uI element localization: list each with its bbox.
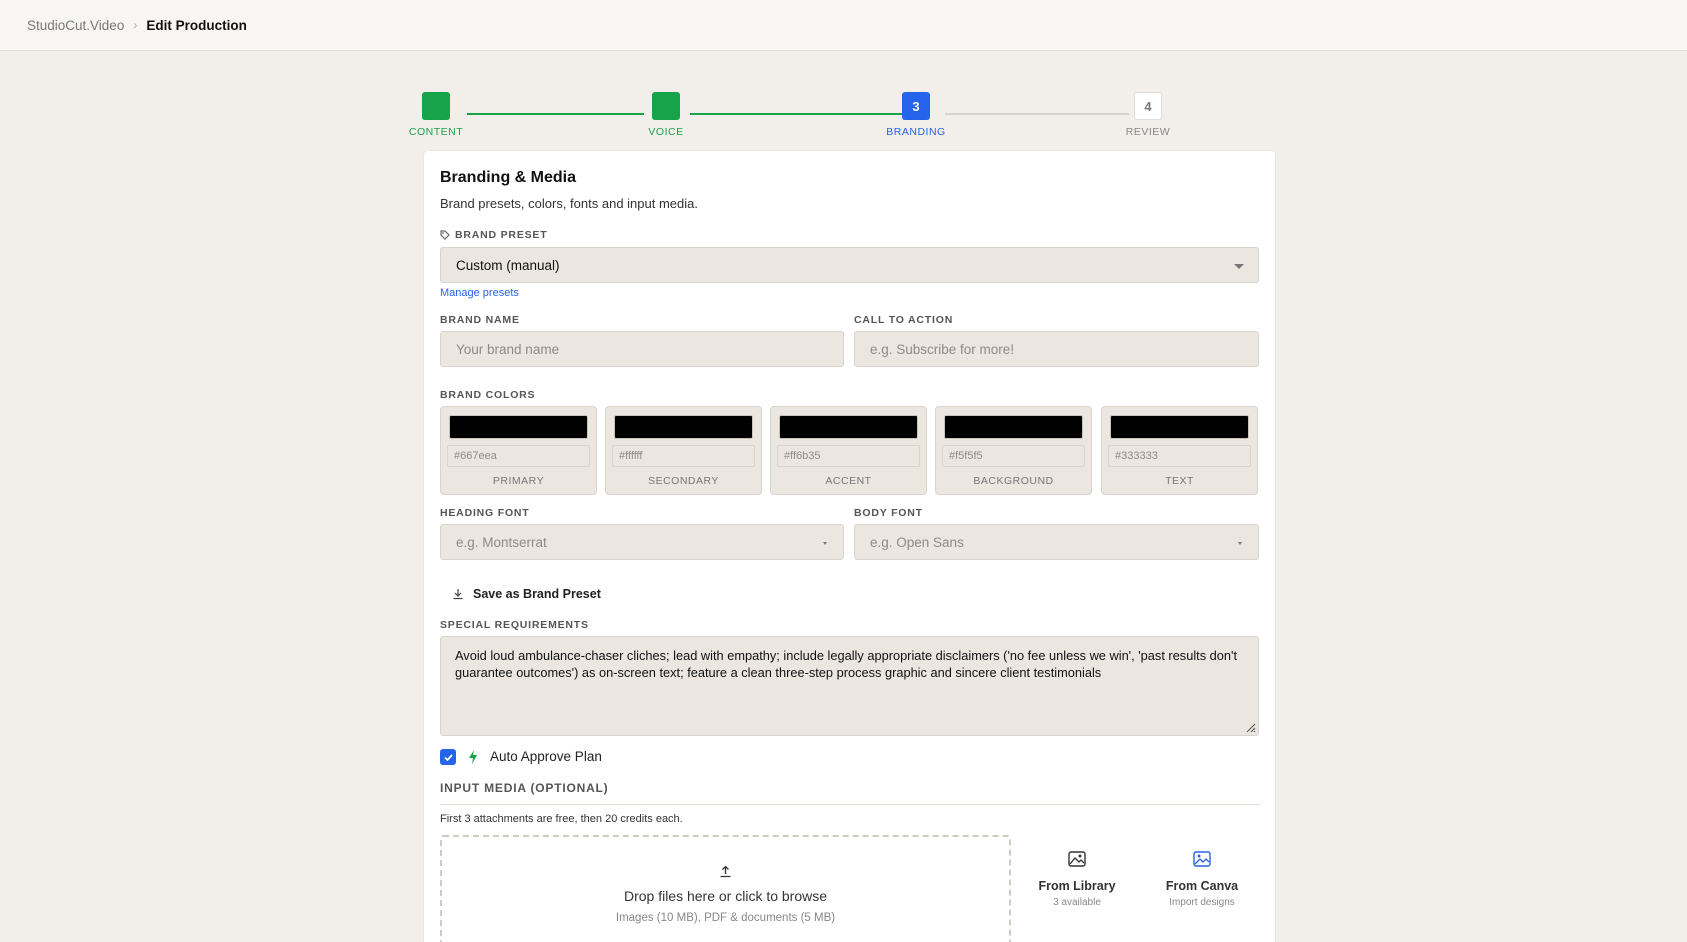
- primary-color-picker[interactable]: [449, 415, 588, 439]
- color-card-accent: #ff6b35 ACCENT: [770, 406, 927, 495]
- from-canva-button[interactable]: From Canva Import designs: [1147, 851, 1257, 908]
- step-review-label: REVIEW: [1125, 126, 1171, 138]
- primary-hex-input[interactable]: #667eea: [447, 445, 590, 467]
- from-library-sub: 3 available: [1053, 897, 1101, 908]
- body-font-placeholder: e.g. Open Sans: [870, 534, 964, 550]
- auto-approve-checkbox[interactable]: [440, 749, 456, 765]
- color-card-secondary: #ffffff SECONDARY: [605, 406, 762, 495]
- step-branding-label: BRANDING: [886, 126, 946, 138]
- branding-card: Branding & Media Brand presets, colors, …: [424, 151, 1275, 942]
- accent-color-picker[interactable]: [779, 415, 918, 439]
- breadcrumb-chevron-icon: ›: [133, 18, 138, 32]
- brand-preset-value: Custom (manual): [456, 257, 560, 273]
- chevron-down-icon: [1234, 264, 1244, 269]
- download-icon: [453, 589, 463, 600]
- secondary-color-label: SECONDARY: [648, 475, 719, 487]
- dropzone-sub-text: Images (10 MB), PDF & documents (5 MB): [615, 912, 836, 924]
- image-gallery-icon: [1068, 851, 1086, 867]
- from-library-title: From Library: [1038, 879, 1116, 893]
- special-requirements-textarea[interactable]: Avoid loud ambulance-chaser cliches; lea…: [440, 636, 1259, 736]
- step-voice-indicator[interactable]: [652, 92, 680, 120]
- brand-name-input[interactable]: Your brand name: [440, 331, 844, 367]
- upload-icon: [720, 865, 731, 878]
- step-connector-2: [690, 113, 907, 115]
- step-branding-indicator[interactable]: 3: [902, 92, 930, 120]
- chevron-down-icon: [823, 542, 827, 545]
- text-color-label: TEXT: [1165, 475, 1194, 487]
- brand-name-placeholder: Your brand name: [456, 341, 560, 357]
- breadcrumb: StudioCut.Video › Edit Production: [0, 0, 1687, 51]
- wizard-stepper: CONTENT VOICE 3 BRANDING 4 REVIEW: [409, 90, 1275, 140]
- accent-color-label: ACCENT: [825, 475, 872, 487]
- file-dropzone[interactable]: Drop files here or click to browse Image…: [440, 835, 1011, 942]
- text-hex-input[interactable]: #333333: [1108, 445, 1251, 467]
- color-card-primary: #667eea PRIMARY: [440, 406, 597, 495]
- input-media-divider: [440, 804, 1260, 805]
- step-connector-3: [945, 113, 1129, 115]
- input-media-note: First 3 attachments are free, then 20 cr…: [440, 813, 683, 825]
- section-subtitle: Brand presets, colors, fonts and input m…: [440, 196, 698, 211]
- heading-font-label: HEADING FONT: [440, 507, 530, 519]
- color-card-background: #f5f5f5 BACKGROUND: [935, 406, 1092, 495]
- background-color-label: BACKGROUND: [973, 475, 1054, 487]
- heading-font-placeholder: e.g. Montserrat: [456, 534, 547, 550]
- call-to-action-placeholder: e.g. Subscribe for more!: [870, 341, 1015, 357]
- primary-color-label: PRIMARY: [492, 475, 545, 487]
- heading-font-select[interactable]: e.g. Montserrat: [440, 524, 844, 560]
- canva-image-icon: [1193, 851, 1211, 867]
- call-to-action-label: CALL TO ACTION: [854, 314, 954, 326]
- special-requirements-value: Avoid loud ambulance-chaser cliches; lea…: [455, 648, 1238, 680]
- check-icon: [443, 753, 453, 761]
- step-review-indicator[interactable]: 4: [1134, 92, 1162, 120]
- body-font-select[interactable]: e.g. Open Sans: [854, 524, 1259, 560]
- breadcrumb-current: Edit Production: [146, 17, 247, 33]
- auto-approve-label[interactable]: Auto Approve Plan: [490, 749, 602, 764]
- breadcrumb-root-link[interactable]: StudioCut.Video: [27, 18, 124, 33]
- section-title: Branding & Media: [440, 169, 577, 186]
- lightning-icon: [469, 750, 477, 764]
- brand-preset-label: BRAND PRESET: [440, 229, 547, 241]
- save-brand-preset-button[interactable]: Save as Brand Preset: [452, 587, 601, 601]
- step-content-label: CONTENT: [408, 126, 464, 138]
- brand-colors-label: BRAND COLORS: [440, 389, 536, 401]
- chevron-down-icon: [1238, 542, 1242, 545]
- from-library-button[interactable]: From Library 3 available: [1022, 851, 1132, 908]
- text-color-picker[interactable]: [1110, 415, 1249, 439]
- from-canva-sub: Import designs: [1169, 897, 1235, 908]
- color-card-text: #333333 TEXT: [1101, 406, 1258, 495]
- resize-handle-icon[interactable]: [1244, 721, 1256, 733]
- step-voice-label: VOICE: [648, 126, 684, 138]
- manage-presets-link[interactable]: Manage presets: [440, 287, 519, 299]
- special-requirements-label: SPECIAL REQUIREMENTS: [440, 619, 589, 631]
- secondary-hex-input[interactable]: #ffffff: [612, 445, 755, 467]
- brand-name-label: BRAND NAME: [440, 314, 520, 326]
- accent-hex-input[interactable]: #ff6b35: [777, 445, 920, 467]
- dropzone-main-text: Drop files here or click to browse: [623, 888, 828, 904]
- background-color-picker[interactable]: [944, 415, 1083, 439]
- brand-preset-select[interactable]: Custom (manual): [440, 247, 1259, 283]
- save-brand-preset-label: Save as Brand Preset: [473, 587, 601, 601]
- step-content-indicator[interactable]: [422, 92, 450, 120]
- tag-icon: [440, 230, 450, 240]
- brand-preset-label-text: BRAND PRESET: [455, 229, 548, 241]
- step-connector-1: [467, 113, 644, 115]
- from-canva-title: From Canva: [1165, 879, 1239, 893]
- call-to-action-input[interactable]: e.g. Subscribe for more!: [854, 331, 1259, 367]
- body-font-label: BODY FONT: [854, 507, 923, 519]
- input-media-title: INPUT MEDIA (OPTIONAL): [440, 781, 609, 795]
- secondary-color-picker[interactable]: [614, 415, 753, 439]
- background-hex-input[interactable]: #f5f5f5: [942, 445, 1085, 467]
